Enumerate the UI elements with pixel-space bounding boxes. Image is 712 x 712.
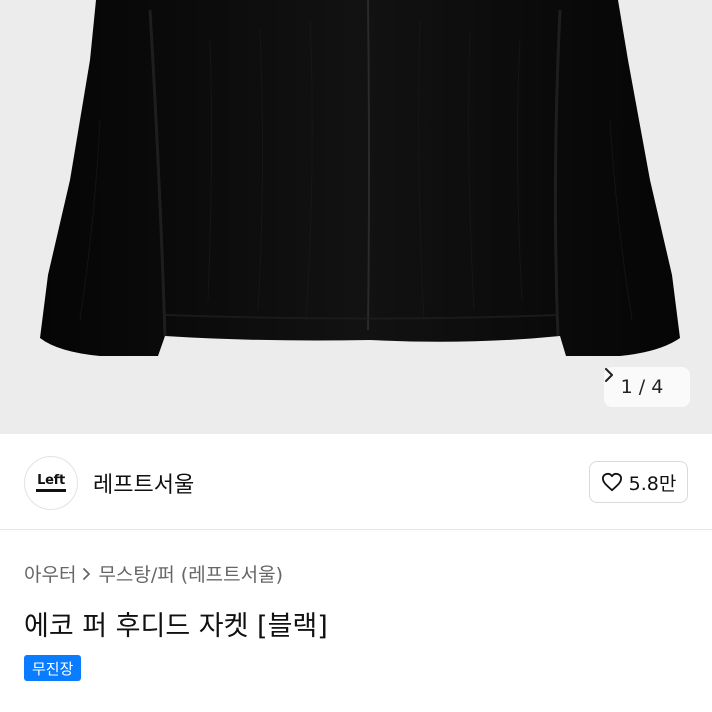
- image-pager[interactable]: 1 / 4: [604, 367, 690, 407]
- delivery-badge: 무진장: [24, 655, 82, 681]
- total-image-count: 4: [651, 376, 664, 398]
- like-count: 5.8만: [628, 472, 677, 495]
- chevron-right-icon: [82, 567, 92, 581]
- like-button[interactable]: 5.8만: [589, 461, 688, 503]
- breadcrumb-category[interactable]: 아우터: [24, 560, 76, 587]
- heart-outline-icon: [601, 472, 623, 492]
- image-counter: 1 / 4: [621, 376, 664, 398]
- shop-logo-text: Left: [37, 473, 65, 488]
- current-image-number: 1: [620, 376, 633, 398]
- shop-logo[interactable]: Left: [24, 456, 78, 510]
- logo-underline: [36, 489, 66, 492]
- breadcrumb-brand[interactable]: (레프트서울): [181, 560, 283, 587]
- shop-name[interactable]: 레프트서울: [93, 467, 194, 499]
- breadcrumb: 아우터 무스탕/퍼 (레프트서울): [24, 560, 283, 587]
- breadcrumb-subcategory[interactable]: 무스탕/퍼: [98, 560, 174, 587]
- counter-separator: /: [638, 376, 646, 398]
- shop-info-row: Left 레프트서울 5.8만: [0, 434, 712, 530]
- product-title: 에코 퍼 후디드 자켓 [블랙]: [24, 611, 328, 642]
- product-image-carousel[interactable]: 1 / 4: [0, 0, 712, 434]
